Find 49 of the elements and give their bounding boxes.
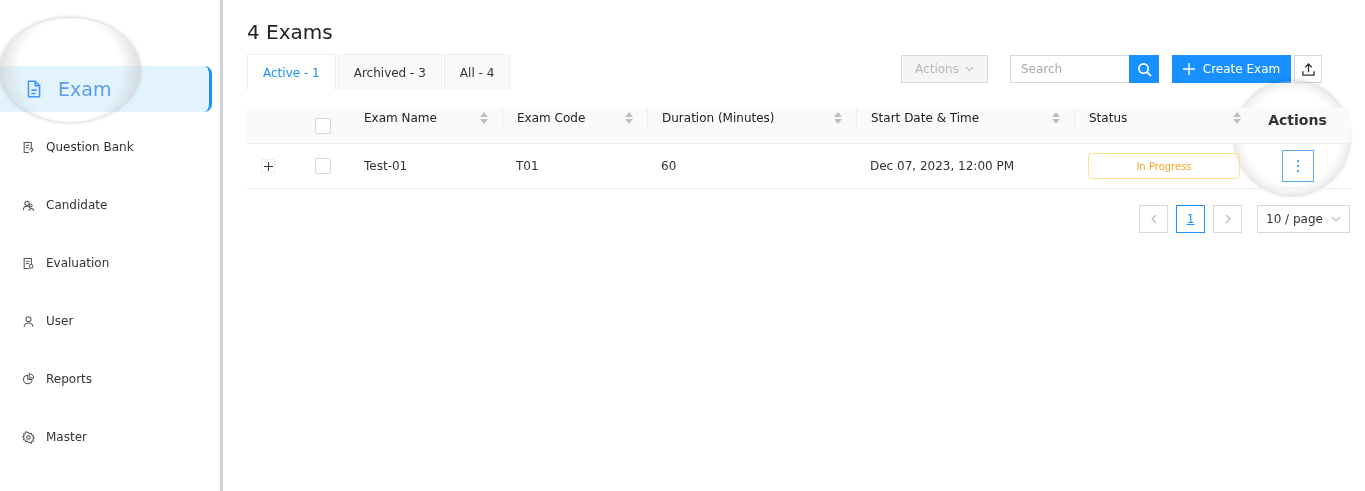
caret-icon [964,66,974,72]
tab[interactable]: All - 4 [443,54,511,90]
column-header: Start Date & Time [871,111,980,125]
people-icon [22,198,35,212]
gear-icon [22,430,35,444]
sort-icon[interactable] [1052,112,1060,124]
table-cell: Test-01 [364,159,408,173]
nav-item[interactable]: Question Bank [0,124,210,170]
column-header: Status [1089,111,1128,125]
table-cell: Dec 07, 2023, 12:00 PM [870,159,1015,173]
previous-page-button[interactable] [1139,205,1168,233]
sort-icon[interactable] [1233,112,1241,124]
column-header: Exam Name [364,111,437,125]
user-icon [22,314,35,328]
column-header: Actions [1268,111,1327,128]
table-cell: T01 [516,159,539,173]
page-title: 4 Exams [247,20,334,44]
export-button[interactable] [1294,55,1322,83]
plus-icon [1182,63,1195,75]
chevron-left-icon [1150,214,1157,224]
search-button[interactable] [1129,55,1159,83]
caret-icon [1330,216,1341,222]
status-tag: In Progress [1088,153,1240,179]
sort-icon[interactable] [625,112,633,124]
column-header: Exam Code [517,111,586,125]
expand-button[interactable] [261,159,275,173]
nav-item[interactable]: User [0,298,210,344]
search-field[interactable]: Search [1010,55,1129,83]
page-size-select[interactable]: 10 / page [1257,205,1350,233]
sort-icon[interactable] [480,112,488,124]
table-cell: 60 [661,159,677,173]
checkbox[interactable] [315,117,331,134]
upload-icon [1301,62,1315,76]
checkbox[interactable] [315,158,331,174]
clipboard-icon [22,256,35,270]
more-icon [1295,159,1300,173]
tab[interactable]: Archived - 3 [337,54,442,90]
nav-item[interactable]: Reports [0,356,210,402]
list-icon [22,140,35,154]
pie-chart-icon [22,372,35,386]
sort-icon[interactable] [834,112,842,124]
more-button[interactable] [1281,150,1314,182]
nav-item[interactable]: Evaluation [0,240,210,286]
search-icon [1136,61,1152,77]
nav-item[interactable]: Candidate [0,182,210,228]
column-header: Duration (Minutes) [662,111,775,125]
chevron-right-icon [1224,214,1231,224]
next-page-button[interactable] [1213,205,1242,233]
nav-item[interactable]: Master [0,414,210,460]
